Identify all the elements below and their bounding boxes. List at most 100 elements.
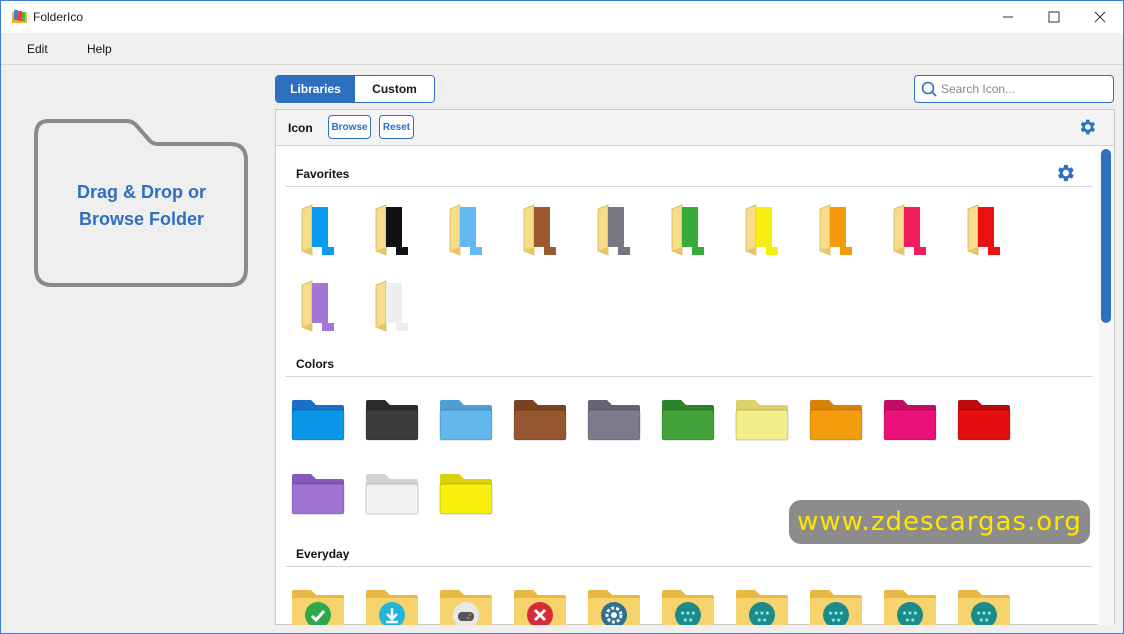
color-folder-gray[interactable]	[584, 390, 644, 450]
favorite-folder-red[interactable]	[954, 200, 1014, 260]
svg-text:★★★: ★★★	[680, 610, 696, 617]
close-icon	[1094, 11, 1106, 23]
svg-text:★★: ★★	[979, 617, 990, 624]
folder-brown-icon	[523, 204, 556, 256]
everyday-folder-delete[interactable]	[510, 580, 570, 625]
vertical-scrollbar[interactable]	[1098, 147, 1114, 625]
color-folder-magenta[interactable]	[880, 390, 940, 450]
maximize-button[interactable]	[1031, 1, 1077, 33]
favorite-folder-gray[interactable]	[584, 200, 644, 260]
folder-download-icon	[366, 590, 418, 625]
app-window: FolderIco Edit Help Drag & Drop or Brows…	[0, 0, 1124, 634]
reset-button[interactable]: Reset	[379, 115, 414, 139]
everyday-folder-stars[interactable]: ★★★ ★★	[880, 580, 940, 625]
section-title-colors: Colors	[296, 357, 335, 371]
favorite-folder-black[interactable]	[362, 200, 422, 260]
favorite-folder-light-blue[interactable]	[436, 200, 496, 260]
svg-text:★★: ★★	[905, 617, 916, 624]
color-folder-white[interactable]	[362, 464, 422, 524]
minimize-button[interactable]	[985, 1, 1031, 33]
everyday-folder-gamepad[interactable]	[436, 580, 496, 625]
everyday-folder-settings[interactable]	[584, 580, 644, 625]
favorite-folder-purple[interactable]	[288, 276, 348, 336]
minimize-icon	[1003, 16, 1013, 18]
color-folder-blue[interactable]	[288, 390, 348, 450]
folder-red-icon	[957, 400, 1011, 441]
folder-green-icon	[671, 204, 704, 256]
folder-stars-icon: ★★★★★	[810, 590, 862, 625]
favorite-folder-blue[interactable]	[288, 200, 348, 260]
drop-zone-text: Drag & Drop or Browse Folder	[34, 179, 249, 233]
svg-text:★★: ★★	[683, 617, 694, 624]
folder-black-icon	[375, 204, 408, 256]
section-divider	[286, 566, 1092, 567]
everyday-folder-stars[interactable]: ★★★ ★★	[954, 580, 1014, 625]
color-folder-yellow[interactable]	[436, 464, 496, 524]
favorite-folder-brown[interactable]	[510, 200, 570, 260]
favorites-settings-icon[interactable]	[1054, 162, 1076, 184]
icon-list: Favorites Colors Everyday ★★★ ★★ ★★★ ★★ ★★★ ★…	[276, 147, 1098, 625]
library-tabs: Libraries Custom	[275, 75, 435, 103]
folder-brown-icon	[513, 400, 567, 441]
search-input[interactable]	[941, 80, 1106, 98]
folder-stars-icon: ★★★★★	[662, 590, 714, 625]
folder-yellow-icon	[439, 474, 493, 515]
folder-delete-icon	[514, 590, 566, 625]
title-bar: FolderIco	[1, 1, 1123, 33]
folder-settings-icon	[588, 590, 640, 625]
favorite-folder-yellow[interactable]	[732, 200, 792, 260]
everyday-folder-stars[interactable]: ★★★ ★★	[732, 580, 792, 625]
tab-libraries[interactable]: Libraries	[276, 76, 355, 102]
maximize-icon	[1048, 11, 1060, 23]
folder-check-icon	[292, 590, 344, 625]
folder-green-icon	[661, 400, 715, 441]
folder-red-icon	[967, 204, 1000, 256]
folder-pink-icon	[893, 204, 926, 256]
folder-purple-icon	[301, 280, 334, 332]
menu-help[interactable]: Help	[87, 42, 112, 56]
favorite-folder-green[interactable]	[658, 200, 718, 260]
settings-gear-icon[interactable]	[1077, 117, 1097, 137]
everyday-folder-stars[interactable]: ★★★ ★★	[658, 580, 718, 625]
tab-custom[interactable]: Custom	[355, 76, 434, 102]
color-folder-light-blue[interactable]	[436, 390, 496, 450]
color-folder-purple[interactable]	[288, 464, 348, 524]
folder-stars-icon: ★★★★★	[736, 590, 788, 625]
svg-text:★★★: ★★★	[902, 610, 918, 617]
favorite-folder-orange[interactable]	[806, 200, 866, 260]
color-folder-pale-yellow[interactable]	[732, 390, 792, 450]
folder-gamepad-icon	[440, 590, 492, 625]
folder-gray-icon	[597, 204, 630, 256]
color-folder-dark[interactable]	[362, 390, 422, 450]
search-icon	[921, 81, 937, 97]
browse-button[interactable]: Browse	[328, 115, 371, 139]
folder-purple-icon	[291, 474, 345, 515]
favorite-folder-white[interactable]	[362, 276, 422, 336]
everyday-folder-check[interactable]	[288, 580, 348, 625]
section-divider	[286, 376, 1092, 377]
watermark: www.zdescargas.org	[789, 500, 1090, 544]
folder-blue-icon	[291, 400, 345, 441]
folder-orange-icon	[819, 204, 852, 256]
folder-pale-yellow-icon	[735, 400, 789, 441]
color-folder-brown[interactable]	[510, 390, 570, 450]
icon-label: Icon	[288, 121, 313, 135]
svg-text:★★★: ★★★	[754, 610, 770, 617]
everyday-folder-download[interactable]	[362, 580, 422, 625]
scrollbar-thumb[interactable]	[1101, 149, 1111, 323]
menu-bar: Edit Help	[1, 33, 1123, 65]
folder-drop-zone[interactable]: Drag & Drop or Browse Folder	[34, 119, 249, 287]
color-folder-orange[interactable]	[806, 390, 866, 450]
favorite-folder-pink[interactable]	[880, 200, 940, 260]
color-folder-red[interactable]	[954, 390, 1014, 450]
window-title: FolderIco	[33, 10, 84, 24]
everyday-folder-stars[interactable]: ★★★ ★★	[806, 580, 866, 625]
section-title-everyday: Everyday	[296, 547, 350, 561]
app-logo-icon	[12, 10, 27, 23]
menu-edit[interactable]: Edit	[27, 42, 48, 56]
folder-white-icon	[375, 280, 408, 332]
folder-orange-icon	[809, 400, 863, 441]
folder-dark-icon	[365, 400, 419, 441]
close-button[interactable]	[1077, 1, 1123, 33]
color-folder-green[interactable]	[658, 390, 718, 450]
